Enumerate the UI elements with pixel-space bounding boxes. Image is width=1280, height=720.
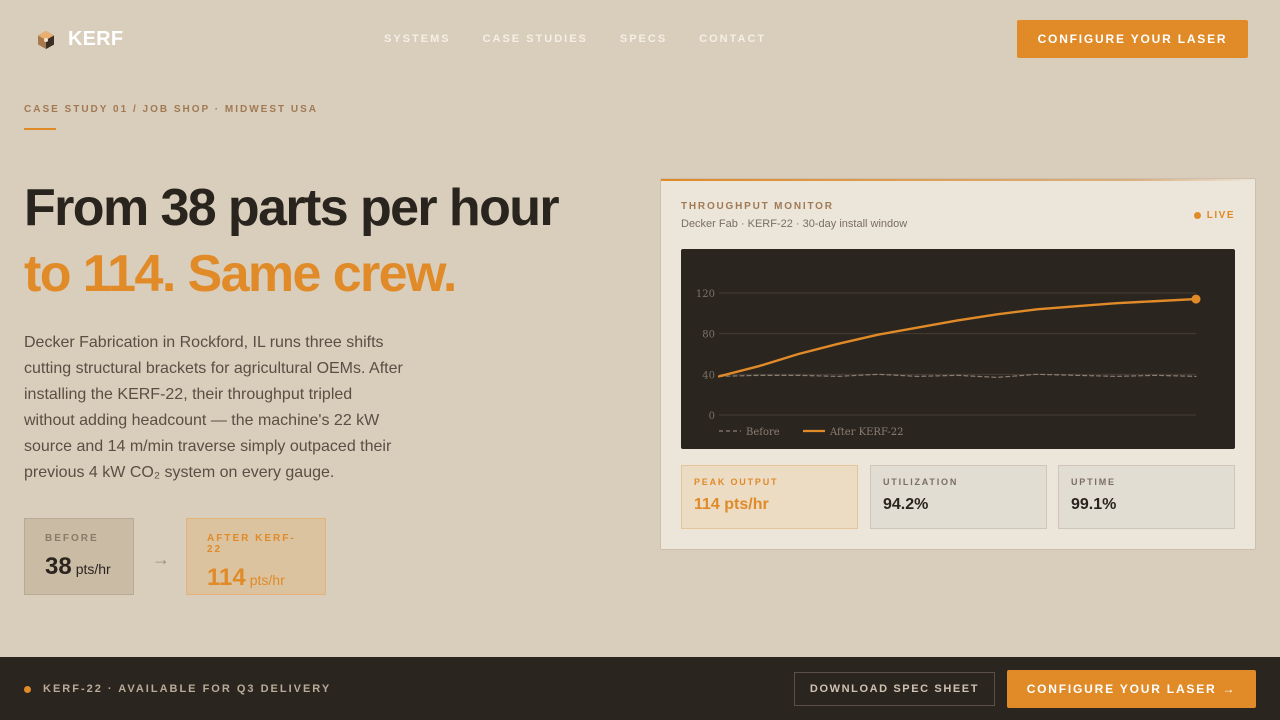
live-status: LIVE <box>1193 210 1235 221</box>
monitor-title: THROUGHPUT MONITOR <box>681 201 834 212</box>
headline-line-1: From 38 parts per hour <box>24 179 560 237</box>
arrow-right-icon: → <box>1222 682 1237 696</box>
kerf-hex-logo-icon <box>36 30 56 50</box>
legend-label: After KERF-22 <box>829 427 904 438</box>
live-label: LIVE <box>1206 210 1235 221</box>
kpi-value: 114 pts/hr <box>694 496 769 513</box>
kpi-label: UTILIZATION <box>883 477 959 487</box>
configure-laser-label: CONFIGURE YOUR LASER <box>1026 682 1217 696</box>
legend-label: Before <box>746 427 780 438</box>
top-nav: KERF SYSTEMS CASE STUDIES SPECS CONTACT … <box>0 0 1280 80</box>
availability-text: KERF-22 · AVAILABLE FOR Q3 DELIVERY <box>43 683 332 695</box>
kpi-value: 99.1% <box>1071 496 1117 513</box>
throughput-chart-svg: 0 40 80 120 Before After KERF-22 <box>696 289 1201 438</box>
after-value: 114 <box>207 564 246 591</box>
y-tick-label: 80 <box>702 330 715 341</box>
kpi-label: UPTIME <box>1071 477 1116 487</box>
before-label: BEFORE <box>45 533 99 544</box>
y-tick-label: 40 <box>702 370 715 381</box>
nav-link-specs[interactable]: SPECS <box>620 33 667 45</box>
after-label: AFTER KERF-22 <box>207 533 296 555</box>
brand-name: KERF <box>68 28 124 50</box>
kpi-peak-output: PEAK OUTPUT 114 pts/hr <box>681 465 858 529</box>
eyebrow-divider <box>24 128 56 130</box>
download-spec-sheet-button[interactable]: DOWNLOAD SPEC SHEET <box>794 672 995 706</box>
series-endpoint-marker <box>1191 294 1201 304</box>
kpi-value: 94.2% <box>883 496 929 513</box>
arrow-right-icon: → <box>152 549 170 569</box>
kpi-label: PEAK OUTPUT <box>694 477 779 487</box>
nav-link-systems[interactable]: SYSTEMS <box>384 33 451 45</box>
panel-accent-bar <box>661 179 1255 181</box>
before-value: 38 <box>45 553 72 580</box>
y-tick-label: 0 <box>709 411 715 422</box>
series-line-after <box>717 297 1198 378</box>
configure-laser-button-footer[interactable]: CONFIGURE YOUR LASER → <box>1007 670 1256 708</box>
main-menu: SYSTEMS CASE STUDIES SPECS CONTACT <box>384 33 766 45</box>
configure-laser-button-top[interactable]: CONFIGURE YOUR LASER <box>1017 20 1248 58</box>
case-study-body: Decker Fabrication in Rockford, IL runs … <box>24 334 403 481</box>
kpi-uptime: UPTIME 99.1% <box>1058 465 1235 529</box>
brand-logo[interactable]: KERF <box>36 28 123 51</box>
live-dot-icon <box>1193 212 1201 219</box>
nav-link-contact[interactable]: CONTACT <box>699 33 766 45</box>
headline-line-2: to 114. Same crew. <box>24 245 457 303</box>
case-study-eyebrow: CASE STUDY 01 / JOB SHOP · MIDWEST USA <box>24 104 319 115</box>
before-stat-card: BEFORE 38 pts/hr <box>24 518 134 595</box>
throughput-chart: 0 40 80 120 Before After KERF-22 <box>681 249 1235 449</box>
kpi-utilization: UTILIZATION 94.2% <box>870 465 1047 529</box>
monitor-subtitle: Decker Fab · KERF-22 · 30-day install wi… <box>681 218 908 230</box>
after-unit: pts/hr <box>249 572 285 588</box>
after-stat-card: AFTER KERF-22 114 pts/hr <box>186 518 326 595</box>
nav-link-case-studies[interactable]: CASE STUDIES <box>483 33 588 45</box>
throughput-monitor-panel: THROUGHPUT MONITOR Decker Fab · KERF-22 … <box>660 178 1256 550</box>
before-unit: pts/hr <box>75 561 111 577</box>
y-tick-label: 120 <box>696 289 715 300</box>
sticky-footer-bar: KERF-22 · AVAILABLE FOR Q3 DELIVERY DOWN… <box>0 657 1280 720</box>
availability-dot-icon <box>24 686 31 693</box>
